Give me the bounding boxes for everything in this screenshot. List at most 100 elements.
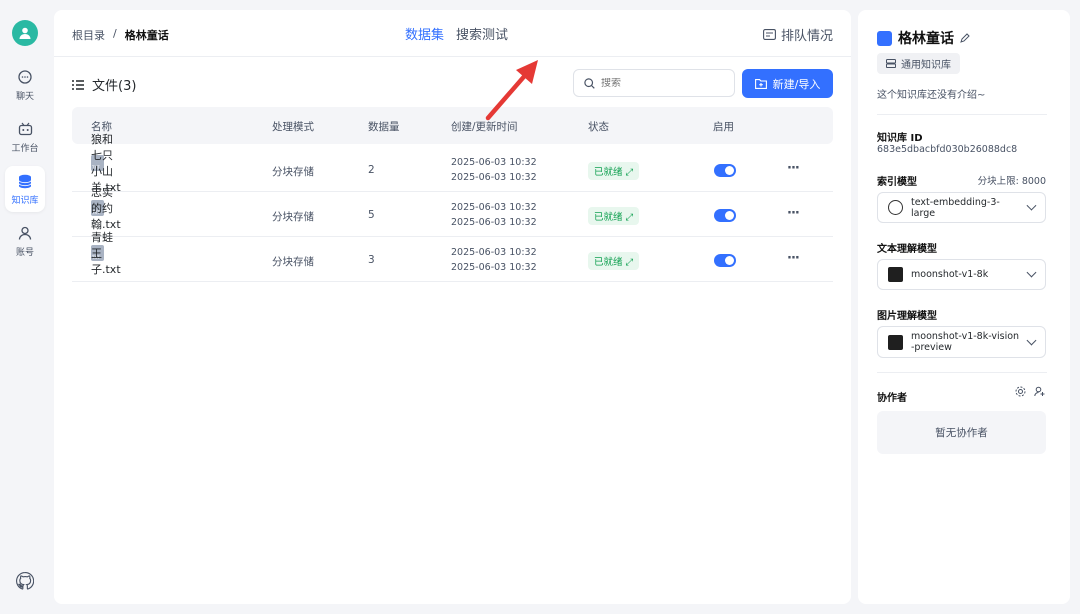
table-row[interactable]: 青蛙王子.txt 分块存储 3 2025-06-03 10:32 2025-06…: [72, 231, 833, 282]
nav-item-chat[interactable]: 聊天: [5, 62, 45, 108]
knowledge-base-info-panel: 格林童话 通用知识库 这个知识库还没有介绍~ 知识库 ID 683e5dbacb…: [858, 10, 1070, 604]
edit-icon[interactable]: [960, 33, 970, 43]
main-panel: 根目录 / 格林童话 数据集 搜索测试 排队情况 文件(3) 新建/导入 名称 …: [54, 10, 851, 604]
time-cell: 2025-06-03 10:32 2025-06-03 10:32: [451, 245, 537, 275]
queue-status-button[interactable]: 排队情况: [763, 25, 833, 44]
index-model-label: 索引模型: [877, 177, 917, 188]
left-nav: 聊天 工作台 知识库 账号: [0, 0, 50, 614]
more-actions-button[interactable]: ···: [787, 161, 800, 176]
search-input[interactable]: [601, 77, 721, 89]
breadcrumb: 根目录 / 格林童话: [72, 27, 169, 43]
list-icon: [72, 79, 84, 90]
nav-label-chat: 聊天: [15, 92, 34, 102]
updated-time: 2025-06-03 10:32: [451, 172, 537, 183]
nav-label-account: 账号: [15, 248, 34, 258]
chevron-down-icon: [1026, 200, 1037, 211]
user-icon: [19, 27, 31, 39]
text-model-label: 文本理解模型: [877, 244, 937, 255]
nav-label-workbench: 工作台: [11, 144, 39, 154]
mode-cell: 分块存储: [272, 166, 314, 178]
divider: [877, 372, 1047, 373]
created-time: 2025-06-03 10:32: [451, 157, 537, 168]
nav-item-knowledge[interactable]: 知识库: [5, 166, 45, 212]
time-cell: 2025-06-03 10:32 2025-06-03 10:32: [451, 155, 537, 185]
files-header: 文件(3): [72, 75, 136, 94]
status-badge[interactable]: 已就绪 ⤢: [588, 162, 640, 180]
chevron-down-icon: [1026, 335, 1037, 345]
more-actions-button[interactable]: ···: [787, 206, 800, 221]
col-mode: 处理模式: [272, 121, 314, 133]
database-icon: [16, 172, 34, 190]
breadcrumb-root[interactable]: 根目录: [72, 27, 105, 43]
tab-dataset[interactable]: 数据集: [405, 24, 444, 43]
text-model-value: moonshot-v1-8k: [911, 269, 989, 280]
new-import-button[interactable]: 新建/导入: [742, 69, 833, 98]
person-icon: [16, 224, 34, 242]
collaborators-label: 协作者: [877, 393, 907, 404]
tab-bar: 数据集 搜索测试: [405, 24, 508, 43]
nav-label-knowledge: 知识库: [11, 196, 39, 206]
search-icon: [584, 77, 595, 89]
enable-toggle[interactable]: [714, 209, 736, 222]
chevron-down-icon: [1026, 267, 1037, 278]
mode-cell: 分块存储: [272, 256, 314, 268]
kb-logo-icon: [877, 30, 892, 46]
kb-title-row: 格林童话: [877, 28, 970, 48]
queue-label: 排队情况: [780, 29, 833, 44]
robot-icon: [16, 120, 34, 138]
created-time: 2025-06-03 10:32: [451, 247, 537, 258]
index-model-value: text-embedding-3-large: [911, 196, 1000, 219]
files-title: 文件(3): [92, 79, 137, 94]
search-box[interactable]: [573, 69, 735, 97]
more-actions-button[interactable]: ···: [787, 251, 800, 266]
table-row[interactable]: 忠实的约翰.txt 分块存储 5 2025-06-03 10:32 2025-0…: [72, 186, 833, 237]
count-cell: 3: [368, 254, 375, 266]
settings-gear-icon[interactable]: [1015, 386, 1026, 397]
divider: [877, 114, 1047, 115]
updated-time: 2025-06-03 10:32: [451, 262, 537, 273]
collaborators-empty-text: 暂无协作者: [935, 427, 988, 439]
annotation-arrow: [485, 60, 538, 121]
count-cell: 5: [368, 209, 375, 221]
kb-id-label: 知识库 ID: [877, 133, 923, 144]
updated-time: 2025-06-03 10:32: [451, 217, 537, 228]
enable-toggle[interactable]: [714, 164, 736, 177]
kb-title: 格林童话: [898, 31, 954, 47]
server-icon: [886, 59, 896, 68]
table-header: 名称 处理模式 数据量 创建/更新时间 状态 启用: [72, 107, 833, 144]
new-import-label: 新建/导入: [772, 77, 821, 91]
add-user-icon[interactable]: [1034, 386, 1045, 397]
count-cell: 2: [368, 164, 375, 176]
folder-add-icon: [754, 79, 767, 89]
status-text: 已就绪: [594, 257, 623, 268]
top-bar: 根目录 / 格林童话 数据集 搜索测试 排队情况: [54, 10, 851, 57]
breadcrumb-separator: /: [113, 27, 117, 40]
enable-toggle[interactable]: [714, 254, 736, 267]
expand-icon: ⤢: [625, 212, 634, 223]
collaborators-empty: 暂无协作者: [877, 411, 1046, 454]
nav-item-workbench[interactable]: 工作台: [5, 114, 45, 160]
col-count: 数据量: [368, 121, 400, 133]
index-model-select[interactable]: text-embedding-3-large: [877, 192, 1046, 223]
chat-icon: [16, 68, 34, 86]
expand-icon: ⤢: [625, 167, 634, 178]
status-text: 已就绪: [594, 167, 623, 178]
github-icon[interactable]: [16, 572, 34, 590]
tab-search-test[interactable]: 搜索测试: [456, 24, 508, 43]
kb-intro[interactable]: 这个知识库还没有介绍~: [877, 86, 985, 101]
mode-cell: 分块存储: [272, 211, 314, 223]
moonshot-icon: [888, 334, 903, 350]
kb-id-value: 683e5dbacbfd030b26088dc8: [877, 144, 1018, 155]
table-row[interactable]: 狼和七只小山羊.txt 分块存储 2 2025-06-03 10:32 2025…: [72, 133, 833, 194]
text-model-select[interactable]: moonshot-v1-8k: [877, 259, 1046, 290]
openai-icon: [888, 200, 903, 215]
kb-type-tag: 通用知识库: [877, 53, 960, 74]
col-status: 状态: [588, 121, 609, 133]
user-avatar[interactable]: [12, 20, 38, 46]
nav-item-account[interactable]: 账号: [5, 218, 45, 264]
status-badge[interactable]: 已就绪 ⤢: [588, 207, 640, 225]
chunk-limit: 分块上限: 8000: [977, 176, 1046, 187]
queue-icon: [763, 29, 776, 40]
image-model-select[interactable]: moonshot-v1-8k-vision-preview: [877, 326, 1046, 358]
status-badge[interactable]: 已就绪 ⤢: [588, 252, 640, 270]
